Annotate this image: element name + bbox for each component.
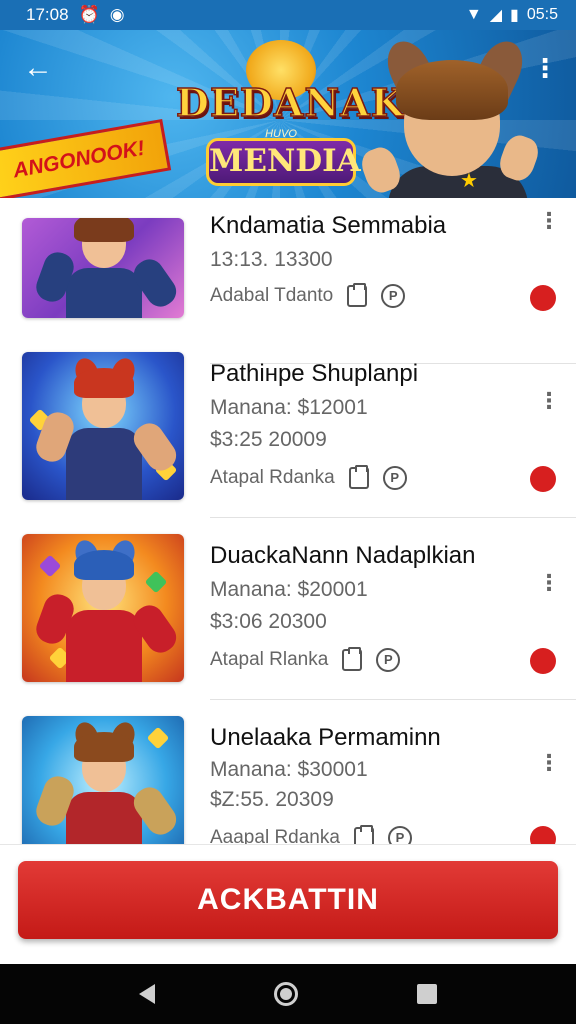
points-icon: P bbox=[376, 648, 401, 672]
nav-home-icon[interactable] bbox=[273, 982, 298, 1006]
app-logo: DEDANAK HUVO MENDIA bbox=[175, 40, 405, 190]
item-title: Pathінpe Shuplanpi bbox=[210, 360, 419, 387]
item-more-button[interactable]: ⋮ bbox=[538, 206, 560, 236]
thumb-gem bbox=[38, 554, 62, 578]
item-meta: Atapal Rdanka P bbox=[210, 465, 407, 490]
item-title: Kndamatia Semmabia bbox=[210, 212, 447, 239]
battery-text: 05:5 bbox=[526, 6, 558, 23]
more-vert-icon: ⋮ bbox=[532, 53, 558, 83]
signal-icon: ◢ bbox=[489, 7, 503, 24]
item-thumbnail[interactable] bbox=[22, 352, 184, 500]
item-line-1: Manana: $12001 bbox=[210, 396, 368, 419]
list-item[interactable]: DuackaNann Nadaplkian Manana: $20001 $3:… bbox=[0, 518, 576, 700]
status-dot bbox=[530, 826, 556, 844]
item-title: Unelaaka Permaminn bbox=[210, 724, 441, 751]
clipboard-icon bbox=[347, 283, 368, 307]
item-line-1: Manana: $30001 bbox=[210, 758, 368, 781]
status-dot bbox=[530, 285, 556, 311]
item-line-2: $3:06 20300 bbox=[210, 610, 327, 633]
clipboard-icon bbox=[342, 647, 363, 671]
thumb-hair bbox=[74, 218, 134, 242]
item-meta: Aaapal Rdanka P bbox=[210, 825, 412, 844]
item-line-2: $3:25 20009 bbox=[210, 428, 327, 451]
thumb-hair bbox=[74, 732, 134, 762]
hero-hair bbox=[396, 60, 508, 120]
nav-back-icon[interactable] bbox=[139, 984, 156, 1004]
item-more-button[interactable]: ⋮ bbox=[538, 386, 560, 416]
thumb-torso bbox=[66, 792, 142, 844]
item-meta: Atapal Rlanka P bbox=[210, 647, 401, 672]
nav-recents-icon[interactable] bbox=[416, 984, 437, 1004]
alarm-icon: ⏰ bbox=[78, 5, 100, 24]
status-dot bbox=[530, 466, 556, 492]
logo-title-secondary: MENDIA bbox=[206, 138, 361, 186]
arrow-left-icon: ← bbox=[23, 51, 53, 84]
thumb-gem bbox=[144, 570, 168, 594]
thumb-torso bbox=[66, 610, 142, 682]
item-meta: Adabal Tdanto P bbox=[210, 283, 406, 308]
status-right: ▼ ◢ ▮ 05:5 bbox=[466, 5, 558, 25]
logo-title: DEDANAK bbox=[175, 79, 405, 126]
item-line-1: Manana: $20001 bbox=[210, 578, 368, 601]
clipboard-icon bbox=[348, 465, 369, 489]
item-more-button[interactable]: ⋮ bbox=[538, 568, 560, 598]
status-time: 17:08 bbox=[26, 5, 69, 24]
item-list: Kndamatia Semmabia 13:13. 13300 Adabal T… bbox=[0, 198, 576, 844]
status-left: 17:08 ⏰ ◉ bbox=[26, 5, 125, 25]
item-meta-text: Atapal Rlanka bbox=[210, 649, 329, 670]
status-bar: 17:08 ⏰ ◉ ▼ ◢ ▮ 05:5 bbox=[0, 0, 576, 30]
item-meta-text: Aaapal Rdanka bbox=[210, 827, 340, 844]
list-item[interactable]: Pathінpe Shuplanpi Manana: $12001 $3:25 … bbox=[0, 336, 576, 518]
item-meta-text: Atapal Rdanka bbox=[210, 467, 335, 488]
points-icon: P bbox=[381, 284, 406, 308]
thumb-hair bbox=[74, 368, 134, 398]
hero-character: ★ bbox=[357, 34, 550, 198]
item-title: DuackaNann Nadaplkian bbox=[210, 542, 476, 569]
item-thumbnail[interactable] bbox=[22, 716, 184, 844]
system-nav-bar bbox=[0, 964, 576, 1024]
thumb-torso bbox=[66, 428, 142, 500]
thumb-gem bbox=[146, 726, 170, 750]
item-meta-text: Adabal Tdanto bbox=[210, 285, 334, 306]
points-icon: P bbox=[382, 466, 407, 490]
list-item[interactable]: Unelaaka Permaminn Manana: $30001 $Z:55.… bbox=[0, 700, 576, 844]
points-icon: P bbox=[387, 826, 412, 844]
thumb-hair bbox=[74, 550, 134, 580]
thumb-torso bbox=[66, 268, 142, 318]
item-thumbnail[interactable] bbox=[22, 218, 184, 318]
item-line-1: 13:13. 13300 bbox=[210, 248, 333, 271]
bottom-action-area: ACKBATTIN bbox=[0, 844, 576, 964]
ribbon-text: ANGONOOK! bbox=[11, 136, 147, 183]
wifi-icon: ▼ bbox=[465, 6, 482, 23]
header-banner: ANGONOOK! DEDANAK HUVO MENDIA ★ ← ⋮ bbox=[0, 30, 576, 198]
clipboard-icon bbox=[353, 825, 374, 844]
item-more-button[interactable]: ⋮ bbox=[538, 748, 560, 778]
back-button[interactable]: ← bbox=[18, 48, 58, 88]
status-dot bbox=[530, 648, 556, 674]
battery-icon: ▮ bbox=[510, 7, 519, 24]
item-line-2: $Z:55. 20309 bbox=[210, 788, 334, 811]
shield-icon: ◉ bbox=[109, 5, 125, 24]
overflow-menu-button[interactable]: ⋮ bbox=[528, 48, 562, 88]
item-thumbnail[interactable] bbox=[22, 534, 184, 682]
primary-action-button[interactable]: ACKBATTIN bbox=[18, 861, 558, 939]
